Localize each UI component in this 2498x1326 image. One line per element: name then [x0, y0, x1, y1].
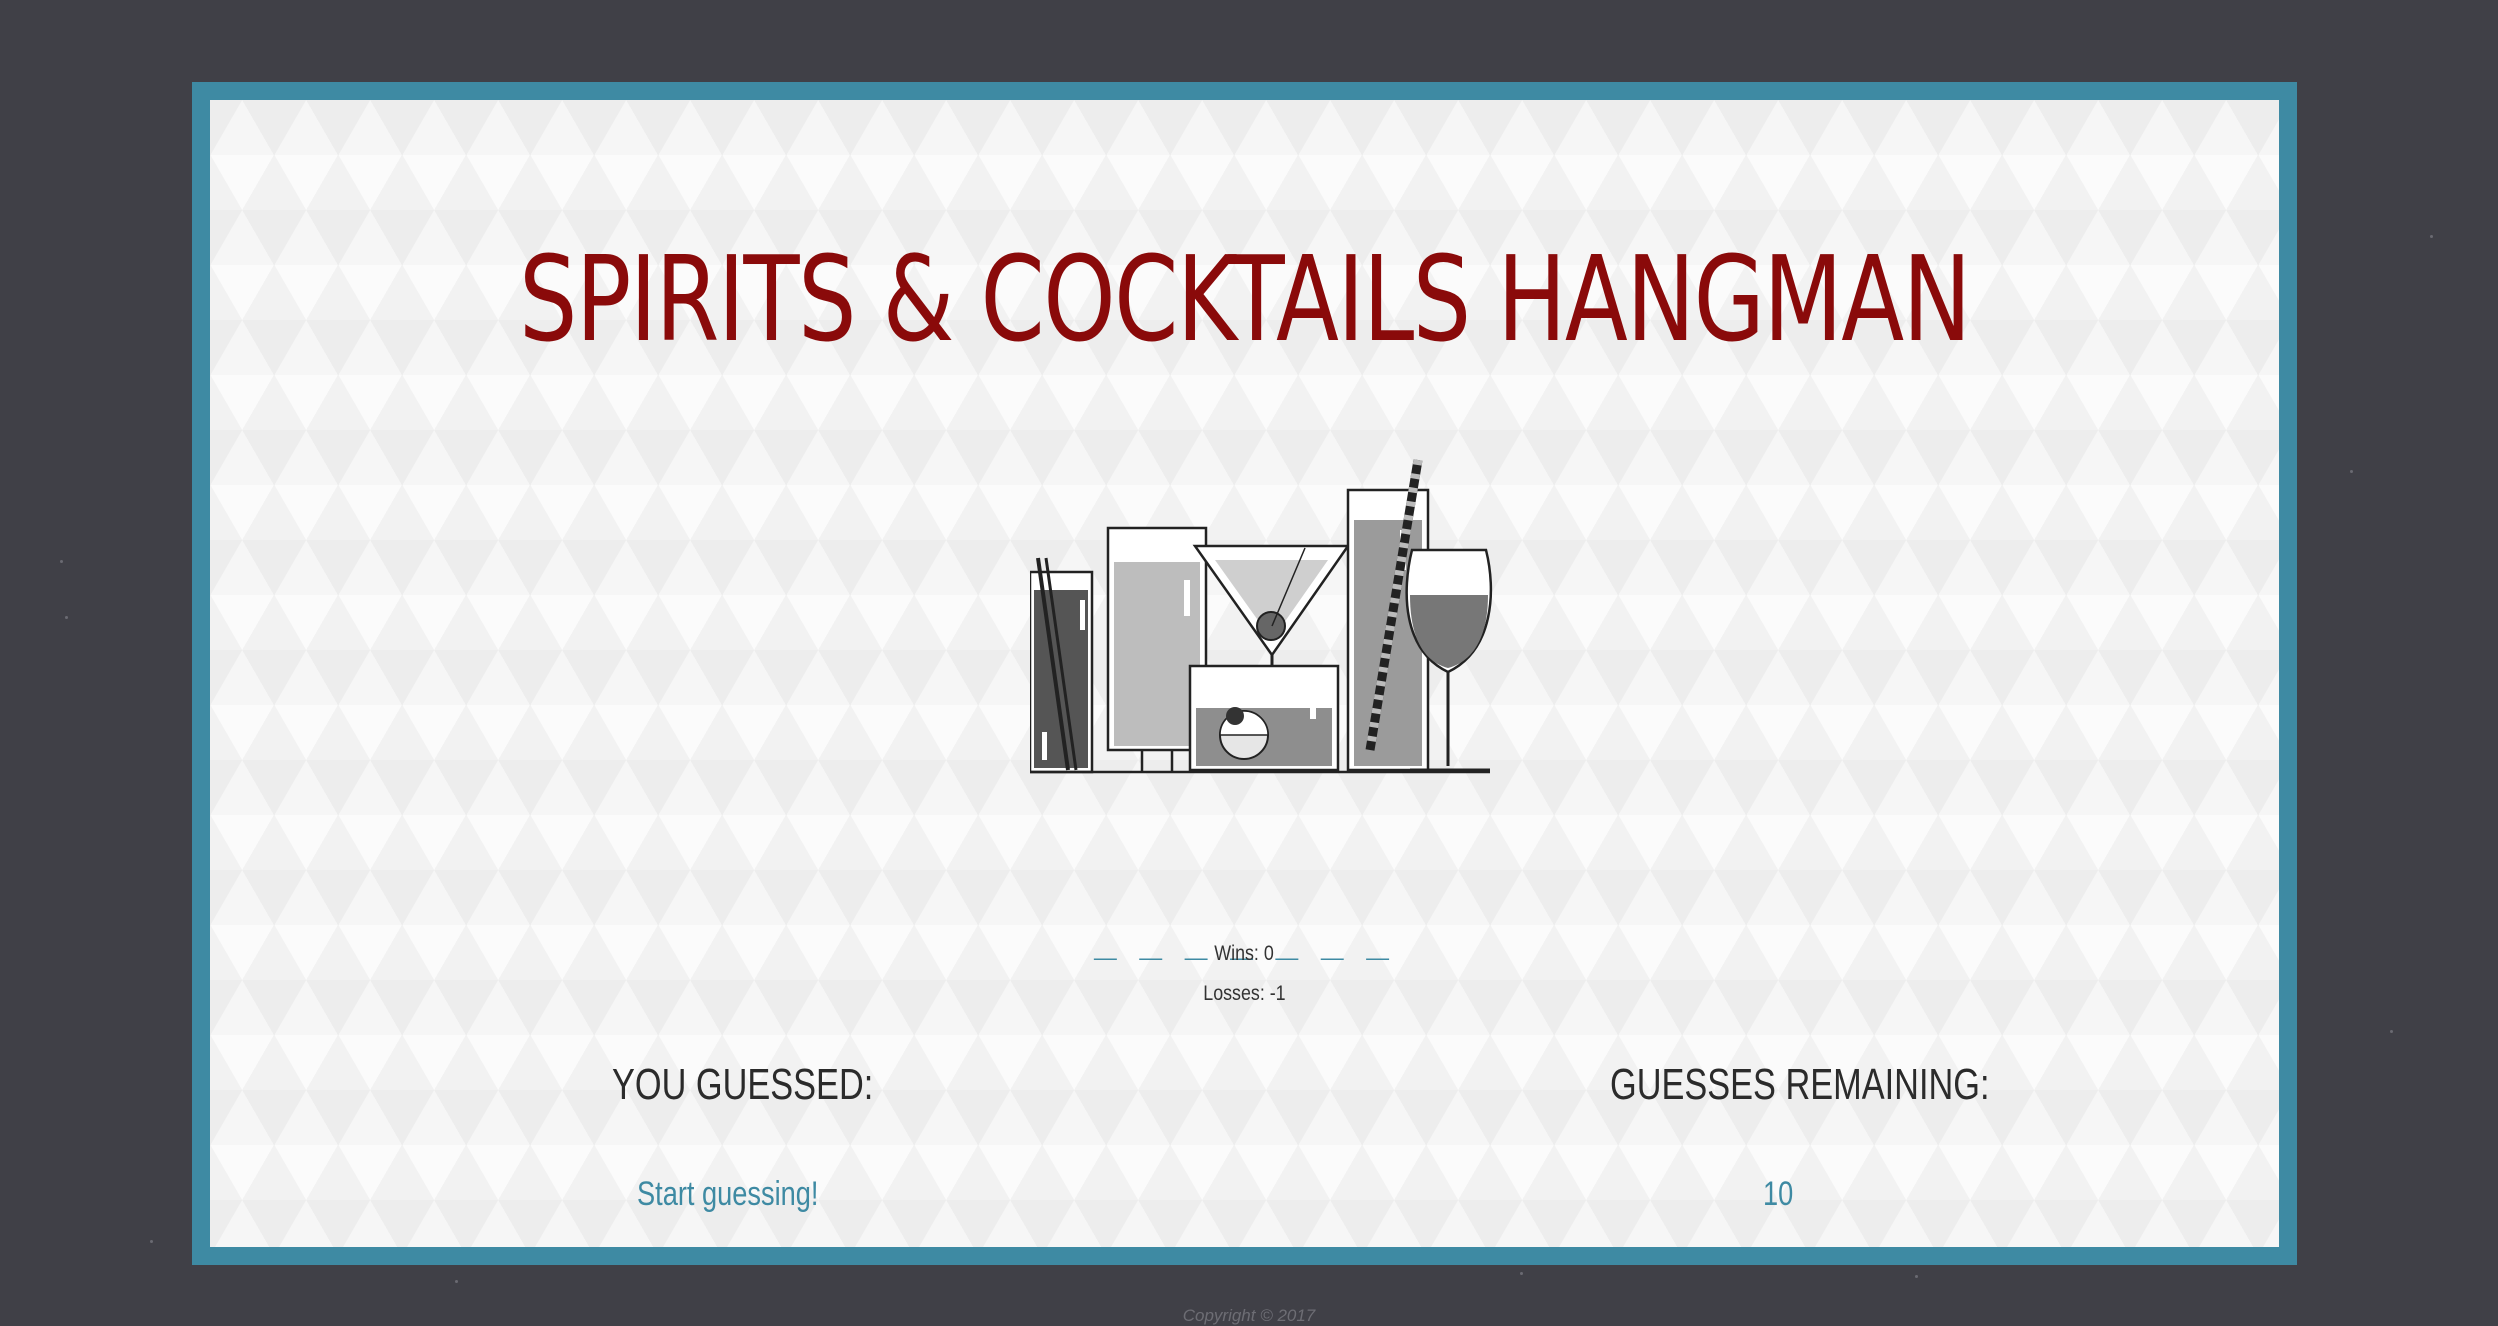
remaining-heading: GUESSES REMAINING: — [1610, 1060, 1990, 1109]
guessed-heading: YOU GUESSED: — [612, 1060, 874, 1109]
cocktail-glasses-illustration — [1030, 459, 1493, 774]
copyright-footer: Copyright © 2017 — [1182, 1306, 1316, 1325]
losses-counter: Losses: -1 — [210, 982, 2279, 1006]
guesses-remaining-count: 10 — [1763, 1175, 1794, 1213]
wins-counter: Wins: 0 — [210, 942, 2279, 966]
guessed-letters: Start guessing! — [637, 1175, 819, 1213]
losses-text: Losses: -1 — [1203, 982, 1286, 1005]
game-title: SPIRITS & COCKTAILS HANGMAN — [519, 230, 1971, 368]
wins-text: Wins: 0 — [1214, 942, 1275, 965]
game-panel: SPIRITS & COCKTAILS HANGMAN _ _ _ _ _ _ … — [192, 82, 2297, 1265]
